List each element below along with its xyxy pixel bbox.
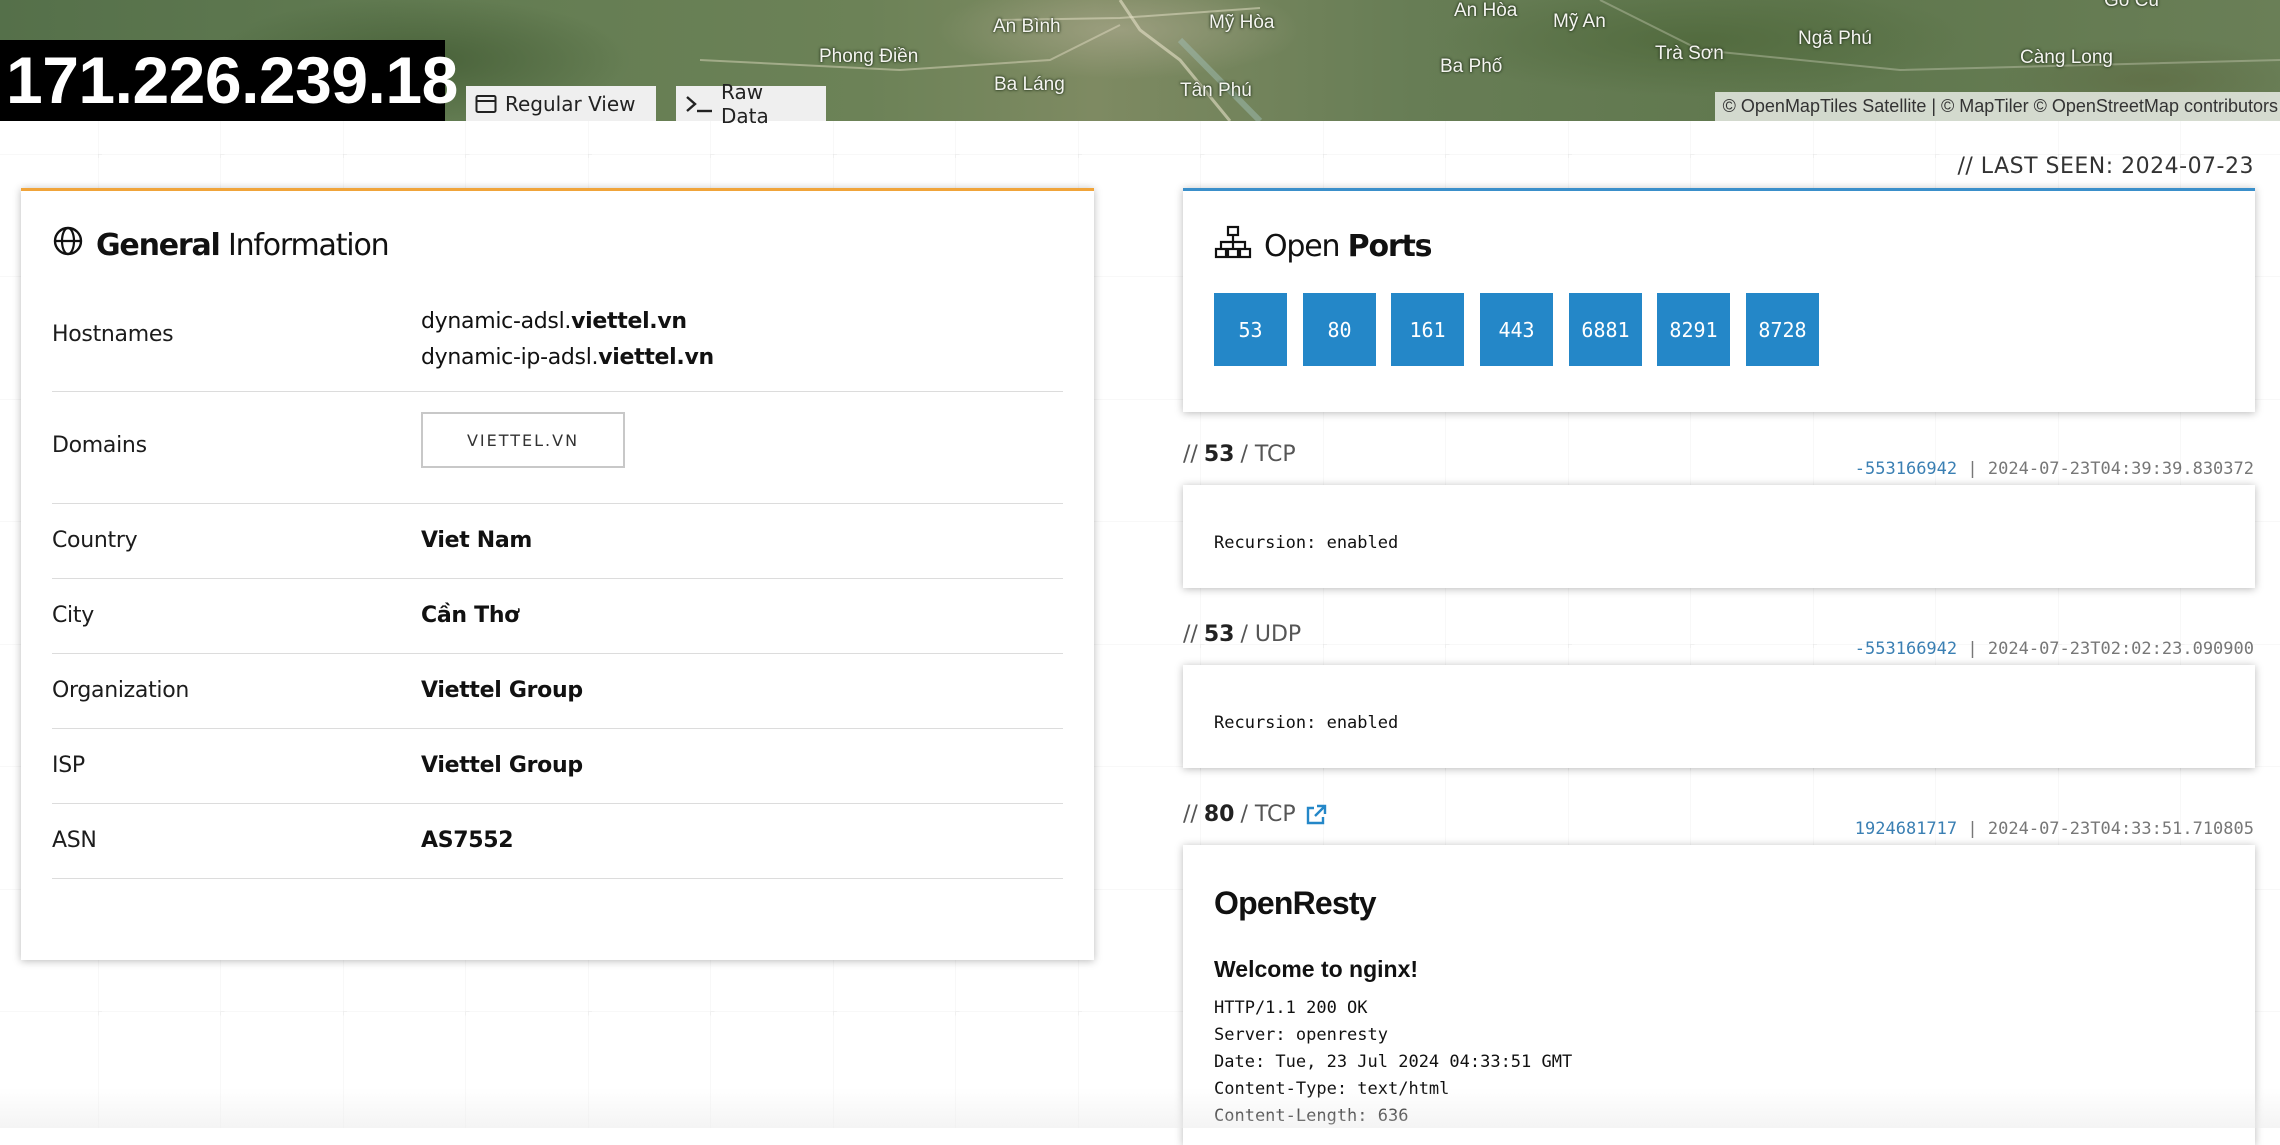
service-80-tcp-banner: OpenResty Welcome to nginx! HTTP/1.1 200… — [1183, 845, 2255, 1145]
general-information-card: General Information Hostnames dynamic-ad… — [21, 188, 1094, 960]
service-80-tcp-header: //80/ TCP — [1183, 802, 1328, 827]
map-label: Phong Điền — [819, 46, 919, 67]
organization-row: Organization Viettel Group — [52, 654, 1063, 729]
port-443-button[interactable]: 443 — [1480, 293, 1553, 366]
banner-line: Date: Tue, 23 Jul 2024 04:33:51 GMT — [1214, 1052, 1573, 1072]
http-page-heading: Welcome to nginx! — [1214, 956, 1419, 982]
organization-value: Viettel Group — [421, 678, 583, 703]
service-53-tcp-banner: Recursion: enabled — [1183, 485, 2255, 588]
http-response-headers: HTTP/1.1 200 OK Server: openresty Date: … — [1214, 995, 1572, 1130]
port-80-button[interactable]: 80 — [1303, 293, 1376, 366]
http-page-title: OpenResty — [1214, 885, 1377, 921]
country-row: Country Viet Nam — [52, 504, 1063, 579]
isp-row: ISP Viettel Group — [52, 729, 1063, 804]
service-53-udp-meta: -553166942 | 2024-07-23T02:02:23.090900 — [1854, 639, 2254, 659]
domains-label: Domains — [52, 433, 147, 458]
map-label: Gò Cũ — [2104, 0, 2159, 11]
globe-icon — [52, 225, 84, 265]
hostnames-label: Hostnames — [52, 322, 174, 347]
organization-label: Organization — [52, 678, 190, 703]
regular-view-label: Regular View — [505, 91, 636, 116]
general-information-title: General Information — [52, 225, 390, 265]
map-attribution[interactable]: © OpenMapTiles Satellite | © MapTiler © … — [1714, 92, 2280, 121]
last-seen-date: // LAST SEEN: 2024-07-23 — [1957, 154, 2254, 179]
asn-label: ASN — [52, 828, 97, 853]
banner-line: Server: openresty — [1214, 1025, 1388, 1045]
banner-timestamp: 2024-07-23T04:33:51.710805 — [1987, 819, 2254, 839]
raw-data-tab[interactable]: Raw Data — [676, 80, 826, 128]
isp-value: Viettel Group — [421, 753, 583, 778]
map-label: Mỹ Hòa — [1209, 12, 1275, 33]
banner-text: Recursion: enabled — [1214, 713, 1399, 733]
domain-tag-button[interactable]: VIETTEL.VN — [421, 412, 625, 468]
terminal-icon — [685, 94, 713, 114]
banner-timestamp: 2024-07-23T02:02:23.090900 — [1987, 639, 2254, 659]
city-label: City — [52, 603, 94, 628]
city-value: Cần Thơ — [421, 603, 519, 628]
port-6881-button[interactable]: 6881 — [1569, 293, 1642, 366]
hostname-item: dynamic-adsl.viettel.vn — [421, 309, 687, 334]
map-label: Tân Phú — [1180, 80, 1252, 101]
open-ports-card: Open Ports 53 80 161 443 6881 8291 8728 — [1183, 188, 2255, 412]
asn-value: AS7552 — [421, 828, 514, 853]
port-8728-button[interactable]: 8728 — [1746, 293, 1819, 366]
banner-hash-link[interactable]: -553166942 — [1855, 639, 1957, 659]
map-label: Mỹ An — [1553, 11, 1606, 32]
port-161-button[interactable]: 161 — [1391, 293, 1464, 366]
network-icon — [1214, 225, 1252, 267]
service-53-udp-banner: Recursion: enabled — [1183, 665, 2255, 768]
ip-address-title: 171.226.239.18 — [0, 40, 458, 121]
hostnames-list: dynamic-adsl.viettel.vn dynamic-ip-adsl.… — [421, 304, 714, 376]
banner-line: HTTP/1.1 200 OK — [1214, 998, 1368, 1018]
hostname-item: dynamic-ip-adsl.viettel.vn — [421, 345, 714, 370]
service-53-tcp-meta: -553166942 | 2024-07-23T04:39:39.830372 — [1854, 459, 2254, 479]
port-53-button[interactable]: 53 — [1214, 293, 1287, 366]
isp-label: ISP — [52, 753, 85, 778]
service-80-tcp-meta: 1924681717 | 2024-07-23T04:33:51.710805 — [1854, 819, 2254, 839]
banner-text: Recursion: enabled — [1214, 533, 1399, 553]
window-icon — [475, 94, 497, 114]
city-row: City Cần Thơ — [52, 579, 1063, 654]
port-8291-button[interactable]: 8291 — [1657, 293, 1730, 366]
external-link-icon[interactable] — [1304, 803, 1328, 827]
map-label: Ngã Phú — [1798, 28, 1872, 49]
banner-line: Content-Type: text/html — [1214, 1079, 1450, 1099]
map-label: Ba Láng — [994, 74, 1065, 95]
regular-view-tab[interactable]: Regular View — [466, 86, 656, 121]
map-label: An Hòa — [1454, 0, 1518, 21]
map-label: Càng Long — [2020, 47, 2113, 68]
banner-hash-link[interactable]: -553166942 — [1855, 459, 1957, 479]
banner-line: Content-Length: 636 — [1214, 1106, 1409, 1126]
service-53-tcp-header: //53/ TCP — [1183, 442, 1296, 467]
map-label: An Bình — [993, 16, 1061, 37]
service-53-udp-header: //53/ UDP — [1183, 622, 1302, 647]
banner-hash-link[interactable]: 1924681717 — [1855, 819, 1957, 839]
country-label: Country — [52, 528, 138, 553]
map-label: Ba Phố — [1440, 56, 1503, 77]
asn-row: ASN AS7552 — [52, 804, 1063, 879]
domains-row: Domains VIETTEL.VN — [52, 392, 1063, 504]
country-value: Viet Nam — [421, 528, 533, 553]
map-label: Trà Sơn — [1655, 43, 1724, 64]
banner-timestamp: 2024-07-23T04:39:39.830372 — [1987, 459, 2254, 479]
hostnames-row: Hostnames dynamic-adsl.viettel.vn dynami… — [52, 282, 1063, 392]
open-ports-title: Open Ports — [1214, 225, 1432, 267]
